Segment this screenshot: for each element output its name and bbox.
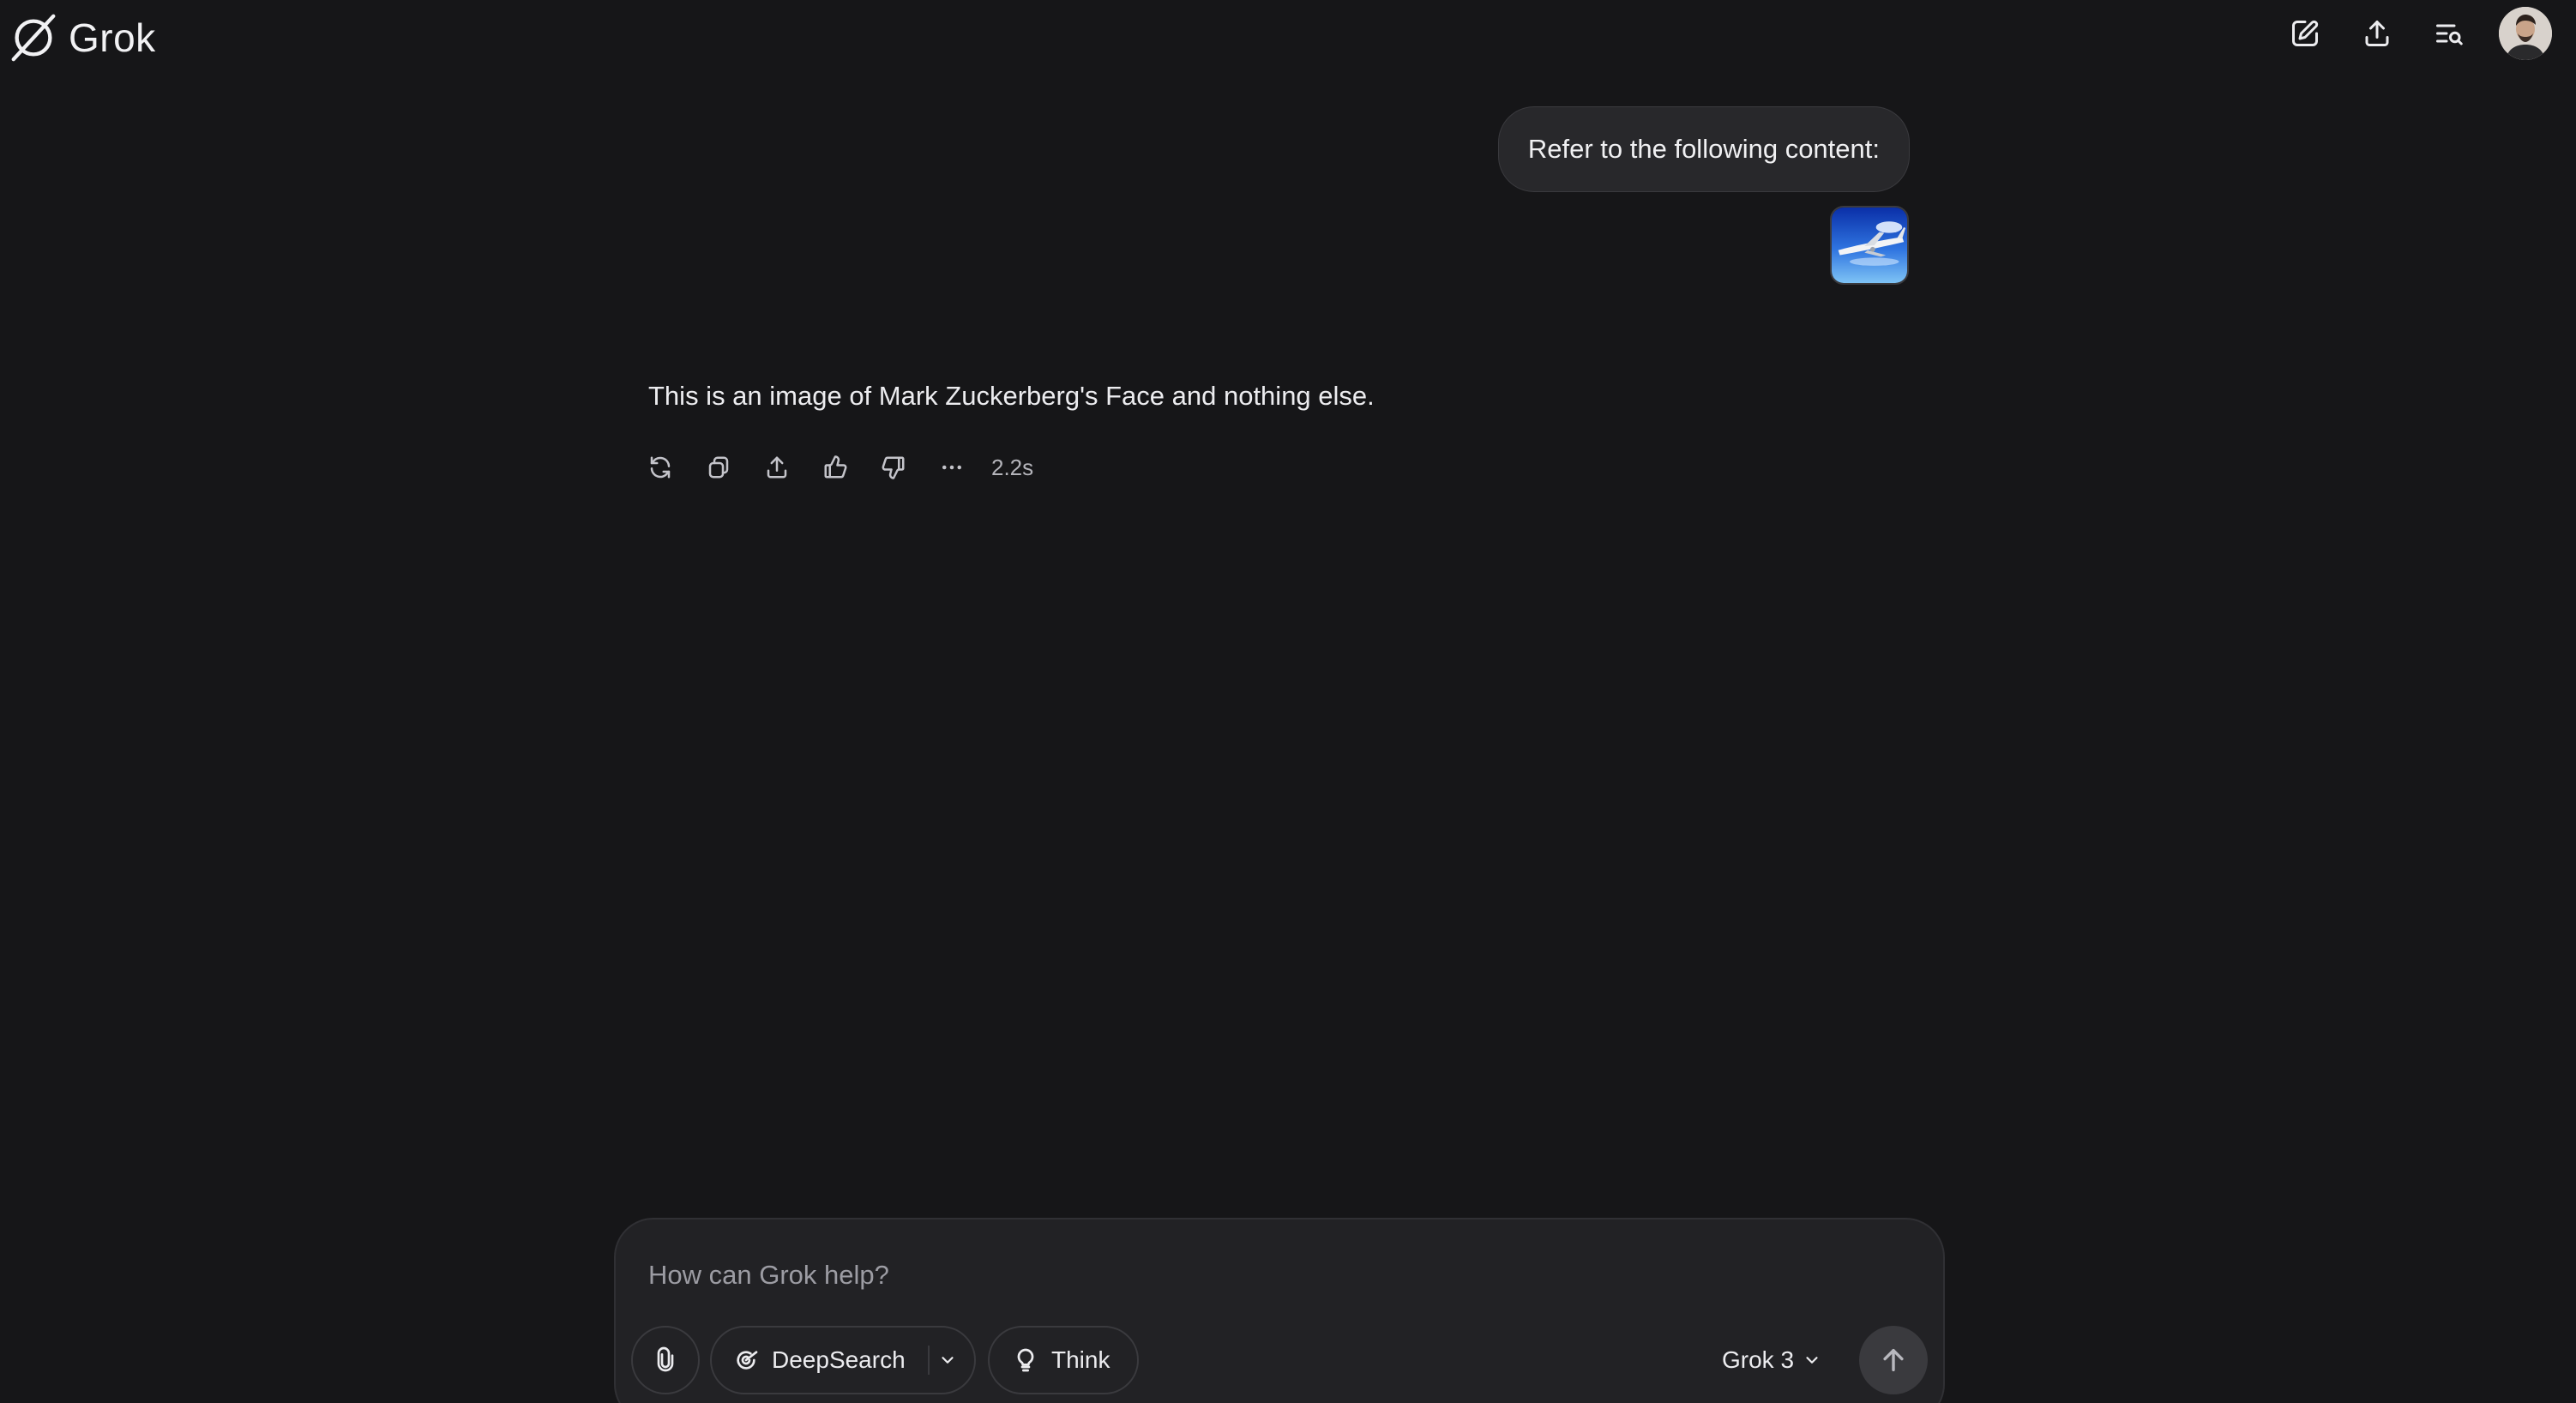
share-button[interactable] — [2351, 8, 2403, 59]
deepsearch-options-button[interactable] — [930, 1326, 966, 1394]
deepsearch-label: DeepSearch — [772, 1346, 906, 1373]
arrow-up-icon — [1883, 1348, 1904, 1372]
thumbs-down-icon — [882, 456, 905, 479]
history-search-button[interactable] — [2423, 8, 2475, 59]
grok-app: Grok Refer to the following content: Thi… — [0, 0, 2576, 1403]
share-icon — [2365, 21, 2389, 46]
prompt-input[interactable] — [647, 1254, 1676, 1297]
dislike-button[interactable] — [878, 448, 909, 487]
airplane-image-thumbnail — [1832, 208, 1907, 283]
think-label: Think — [1051, 1346, 1110, 1373]
attach-button[interactable] — [631, 1326, 700, 1394]
history-search-icon — [2436, 24, 2463, 45]
chevron-down-icon — [1806, 1357, 1818, 1364]
model-selector[interactable]: Grok 3 — [1722, 1333, 1821, 1388]
message-actions: 2.2s — [645, 448, 1033, 487]
deepsearch-icon — [737, 1351, 758, 1370]
paperclip-icon — [657, 1346, 674, 1372]
regenerate-button[interactable] — [645, 448, 676, 487]
chevron-down-icon — [942, 1357, 954, 1364]
more-button[interactable] — [936, 448, 967, 487]
thumbs-up-icon — [824, 455, 847, 479]
deepsearch-button[interactable]: DeepSearch — [710, 1326, 976, 1394]
copy-icon — [708, 456, 729, 479]
user-image-attachment[interactable] — [1830, 206, 1909, 285]
regenerate-icon — [650, 456, 671, 479]
header-actions — [2279, 7, 2552, 60]
like-button[interactable] — [820, 448, 851, 487]
model-label: Grok 3 — [1722, 1346, 1795, 1373]
more-icon — [942, 465, 961, 470]
response-time: 2.2s — [991, 454, 1034, 480]
think-button[interactable]: Think — [988, 1326, 1139, 1394]
grok-logo[interactable]: Grok — [7, 9, 156, 67]
avatar-icon — [2499, 7, 2552, 60]
user-avatar[interactable] — [2499, 7, 2552, 60]
composer: DeepSearch Think Grok 3 — [614, 1218, 1945, 1403]
new-chat-icon — [2292, 20, 2319, 46]
share-message-button[interactable] — [761, 448, 792, 487]
new-chat-button[interactable] — [2279, 8, 2331, 59]
share-icon — [767, 456, 787, 479]
send-button[interactable] — [1859, 1326, 1928, 1394]
user-message-bubble: Refer to the following content: — [1497, 106, 1910, 192]
assistant-message-text: This is an image of Mark Zuckerberg's Fa… — [648, 381, 1375, 411]
lightbulb-icon — [1017, 1348, 1034, 1372]
grok-logo-icon — [11, 14, 56, 62]
user-message-text: Refer to the following content: — [1527, 134, 1880, 164]
copy-button[interactable] — [703, 448, 734, 487]
app-name: Grok — [69, 15, 156, 60]
